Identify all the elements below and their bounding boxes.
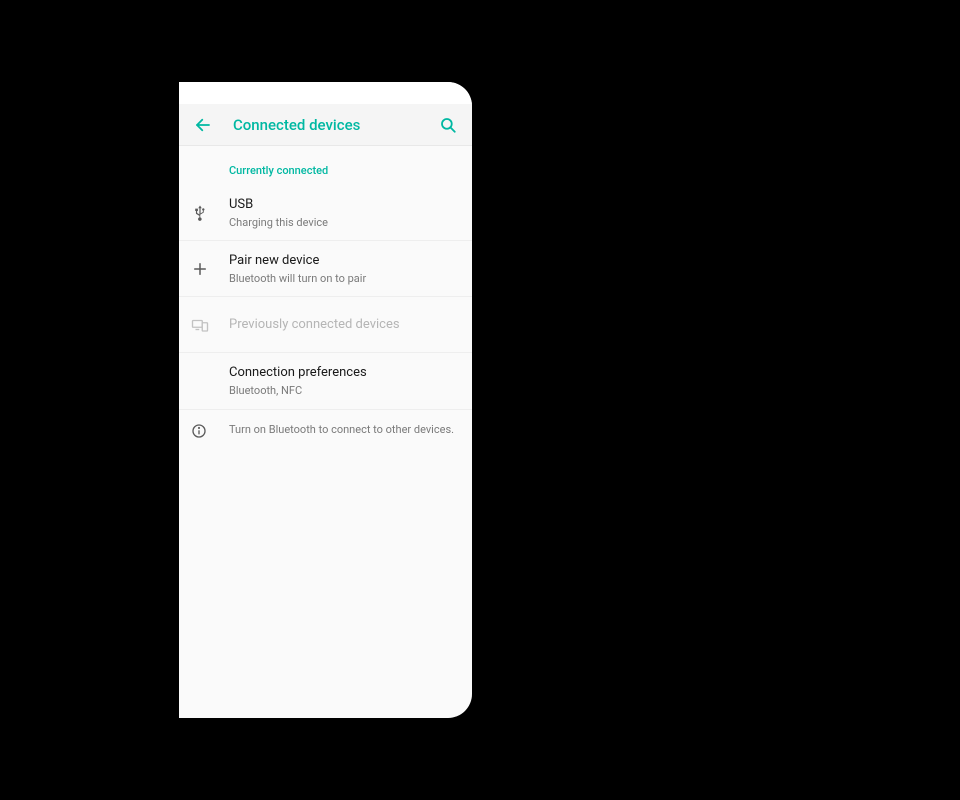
- list-item-subtitle: Bluetooth, NFC: [229, 383, 456, 398]
- status-bar: [179, 82, 472, 104]
- hint-row: Turn on Bluetooth to connect to other de…: [179, 409, 472, 451]
- list-item-title: Connection preferences: [229, 364, 456, 382]
- plus-icon: [191, 260, 229, 278]
- usb-icon: [191, 204, 229, 222]
- list-item-title: Pair new device: [229, 252, 456, 270]
- list-item-previously-connected: Previously connected devices: [179, 297, 472, 353]
- back-button[interactable]: [191, 113, 215, 137]
- list-item-usb[interactable]: USB Charging this device: [179, 185, 472, 241]
- app-bar: Connected devices: [179, 104, 472, 146]
- list-item-title: USB: [229, 196, 456, 214]
- arrow-left-icon: [194, 116, 212, 134]
- page-title: Connected devices: [233, 116, 436, 134]
- section-header-currently-connected: Currently connected: [179, 146, 472, 185]
- phone-frame: Connected devices Currently connected US…: [179, 82, 472, 718]
- hint-text: Turn on Bluetooth to connect to other de…: [229, 422, 456, 437]
- list-item-pair-new-device[interactable]: Pair new device Bluetooth will turn on t…: [179, 241, 472, 297]
- devices-icon: [191, 316, 229, 334]
- list-item-subtitle: Charging this device: [229, 215, 456, 230]
- list-item-connection-preferences[interactable]: Connection preferences Bluetooth, NFC: [179, 353, 472, 409]
- search-icon: [439, 116, 457, 134]
- content-area: Currently connected USB Charging this de…: [179, 146, 472, 718]
- search-button[interactable]: [436, 113, 460, 137]
- list-item-subtitle: Bluetooth will turn on to pair: [229, 271, 456, 286]
- info-icon: [191, 422, 229, 439]
- list-item-title: Previously connected devices: [229, 316, 456, 334]
